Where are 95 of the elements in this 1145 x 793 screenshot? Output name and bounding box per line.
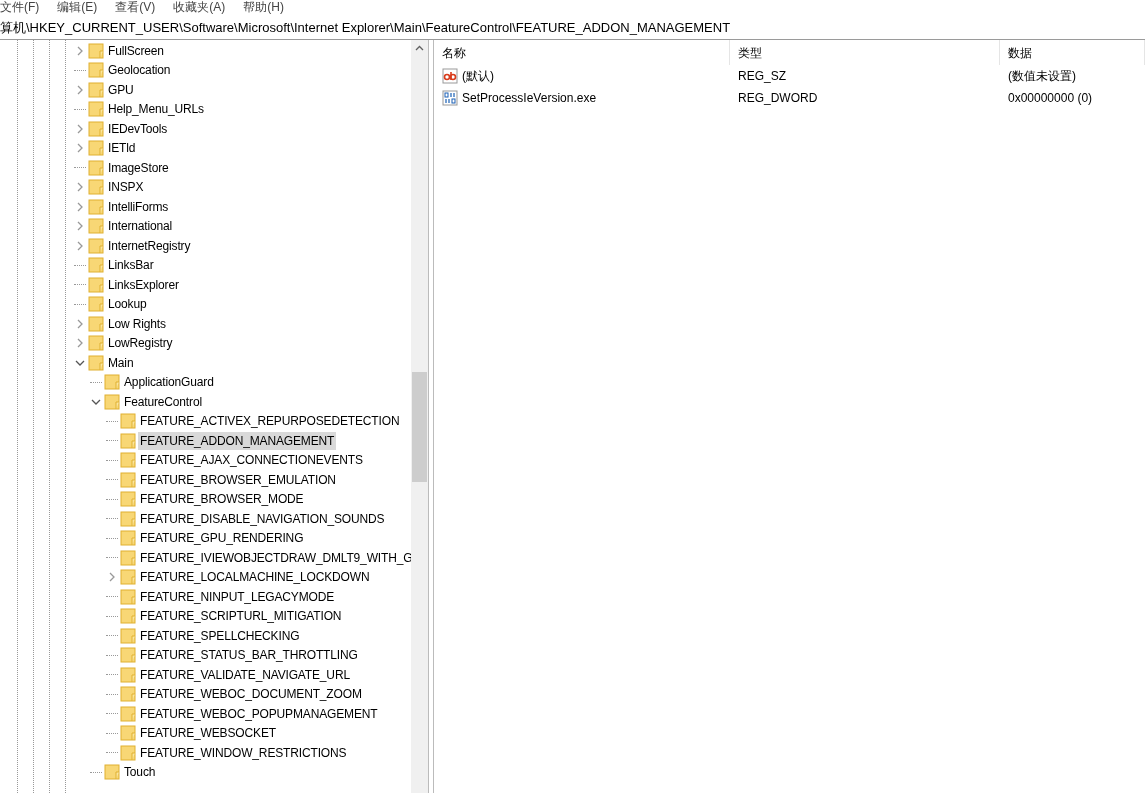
column-header[interactable]: 名称 (434, 40, 730, 65)
string-value-icon (442, 68, 458, 84)
folder-icon (88, 41, 104, 60)
tree-item[interactable]: FEATURE_STATUS_BAR_THROTTLING (138, 646, 360, 665)
tree-item[interactable]: International (106, 217, 175, 236)
menu-item[interactable]: 查看(V) (115, 0, 156, 17)
folder-icon (88, 353, 104, 372)
value-data: (数值未设置) (1007, 68, 1077, 85)
folder-icon (88, 139, 104, 158)
folder-icon (88, 295, 104, 314)
folder-icon (88, 119, 104, 138)
tree-item[interactable]: Help_Menu_URLs (106, 100, 206, 119)
tree-item[interactable]: LinksExplorer (106, 275, 181, 294)
tree-item[interactable]: FEATURE_SPELLCHECKING (138, 626, 302, 645)
value-data: 0x00000000 (0) (1007, 90, 1094, 107)
tree-item[interactable]: LinksBar (106, 256, 156, 275)
tree-item[interactable]: FEATURE_IVIEWOBJECTDRAW_DMLT9_WITH_G (138, 548, 411, 567)
menu-item[interactable]: 编辑(E) (57, 0, 98, 17)
tree-item[interactable]: ApplicationGuard (122, 373, 216, 392)
value-name[interactable]: SetProcessIeVersion.exe (462, 89, 597, 107)
folder-icon (120, 412, 136, 431)
folder-icon (104, 763, 120, 782)
folder-icon (120, 431, 136, 450)
folder-icon (120, 685, 136, 704)
folder-icon (88, 334, 104, 353)
tree-item[interactable]: IETld (106, 139, 138, 158)
value-name[interactable]: (默认) (462, 67, 494, 85)
folder-icon (88, 256, 104, 275)
column-header[interactable]: 数据 (1000, 40, 1145, 65)
tree-item[interactable]: GPU (106, 80, 136, 99)
folder-icon (120, 529, 136, 548)
folder-icon (120, 470, 136, 489)
folder-icon (120, 646, 136, 665)
folder-icon (88, 236, 104, 255)
value-type: REG_DWORD (737, 90, 819, 107)
folder-icon (88, 217, 104, 236)
folder-icon (120, 587, 136, 606)
tree-item[interactable]: InternetRegistry (106, 236, 193, 255)
folder-icon (120, 509, 136, 528)
folder-icon (120, 607, 136, 626)
tree-item[interactable]: Geolocation (106, 61, 173, 80)
tree-item[interactable]: FEATURE_ACTIVEX_REPURPOSEDETECTION (138, 412, 402, 431)
scroll-thumb[interactable] (412, 372, 427, 482)
tree-item[interactable]: FEATURE_NINPUT_LEGACYMODE (138, 587, 337, 606)
tree-item[interactable]: Low Rights (106, 314, 168, 333)
folder-icon (120, 724, 136, 743)
tree-item[interactable]: FEATURE_BROWSER_MODE (138, 490, 306, 509)
tree-item[interactable]: Main (106, 353, 136, 372)
value-type: REG_SZ (737, 68, 787, 85)
folder-icon (120, 704, 136, 723)
menu-item[interactable]: 帮助(H) (243, 0, 284, 17)
folder-icon (88, 100, 104, 119)
tree-item[interactable]: FEATURE_WINDOW_RESTRICTIONS (138, 743, 349, 762)
scrollbar[interactable] (411, 40, 428, 793)
folder-icon (120, 743, 136, 762)
tree-item[interactable]: FEATURE_GPU_RENDERING (138, 529, 306, 548)
tree-item[interactable]: Lookup (106, 295, 149, 314)
folder-icon (120, 665, 136, 684)
tree-item[interactable]: FeatureControl (122, 392, 204, 411)
tree-item[interactable]: FEATURE_DISABLE_NAVIGATION_SOUNDS (138, 509, 387, 528)
folder-icon (120, 451, 136, 470)
folder-icon (88, 314, 104, 333)
tree-item[interactable]: FEATURE_WEBOC_POPUPMANAGEMENT (138, 704, 380, 723)
folder-icon (88, 178, 104, 197)
binary-value-icon (442, 90, 458, 106)
folder-icon (88, 61, 104, 80)
menu-item[interactable]: 文件(F) (0, 0, 40, 17)
tree-item[interactable]: LowRegistry (106, 334, 175, 353)
tree-item[interactable]: FEATURE_WEBSOCKET (138, 724, 278, 743)
folder-icon (120, 568, 136, 587)
menu-item[interactable]: 收藏夹(A) (173, 0, 226, 17)
tree-item[interactable]: IntelliForms (106, 197, 171, 216)
tree-item[interactable]: FullScreen (106, 41, 166, 60)
folder-icon (88, 80, 104, 99)
tree-item[interactable]: FEATURE_AJAX_CONNECTIONEVENTS (138, 451, 365, 470)
tree-item[interactable]: IEDevTools (106, 119, 170, 138)
column-header[interactable]: 类型 (730, 40, 1000, 65)
tree-item[interactable]: FEATURE_VALIDATE_NAVIGATE_URL (138, 665, 352, 684)
folder-icon (120, 490, 136, 509)
folder-icon (104, 373, 120, 392)
tree-item[interactable]: FEATURE_ADDON_MANAGEMENT (138, 431, 337, 450)
folder-icon (120, 548, 136, 567)
tree-item[interactable]: FEATURE_WEBOC_DOCUMENT_ZOOM (138, 685, 364, 704)
tree-item[interactable]: INSPX (106, 178, 146, 197)
tree-item[interactable]: Touch (122, 763, 158, 782)
folder-icon (88, 197, 104, 216)
tree-item[interactable]: FEATURE_LOCALMACHINE_LOCKDOWN (138, 568, 372, 587)
folder-icon (88, 158, 104, 177)
tree-item[interactable]: FEATURE_SCRIPTURL_MITIGATION (138, 607, 344, 626)
tree-item[interactable]: FEATURE_BROWSER_EMULATION (138, 470, 338, 489)
folder-icon (88, 275, 104, 294)
tree-item[interactable]: ImageStore (106, 158, 171, 177)
folder-icon (104, 392, 120, 411)
address-field[interactable]: 算机\HKEY_CURRENT_USER\Software\Microsoft\Internet Explorer\Main\FeatureControl\FEATURE_ADDON_MANAGEMENT (0, 17, 1145, 40)
folder-icon (120, 626, 136, 645)
